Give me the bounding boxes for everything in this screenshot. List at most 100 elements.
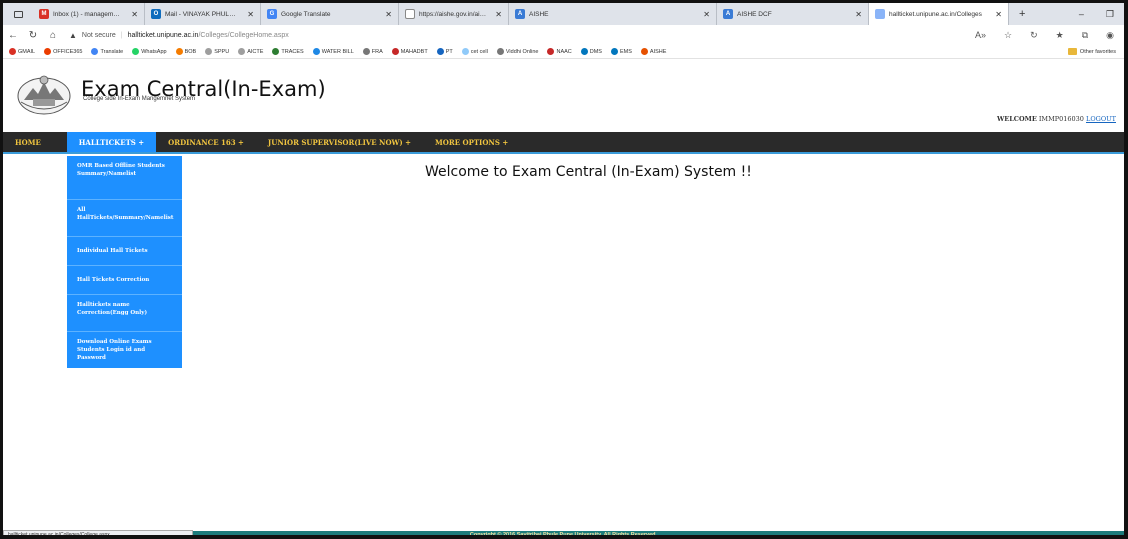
not-secure-icon: ▲ bbox=[69, 30, 77, 40]
gmail-tab-icon: M bbox=[39, 9, 49, 19]
read-aloud-icon[interactable]: A» bbox=[975, 30, 986, 41]
logout-link[interactable]: LOGOUT bbox=[1086, 115, 1116, 123]
bookmark-label: WhatsApp bbox=[141, 48, 167, 55]
security-label: Not secure bbox=[81, 31, 116, 39]
close-tab-icon[interactable]: ✕ bbox=[243, 10, 254, 19]
bookmark-label: TRACES bbox=[281, 48, 304, 55]
url-text: hallticket.unipune.ac.in/Colleges/Colleg… bbox=[128, 32, 289, 39]
tab-gmail[interactable]: M Inbox (1) - management.svims@ ✕ bbox=[33, 3, 145, 25]
close-tab-icon[interactable]: ✕ bbox=[381, 10, 392, 19]
bookmark-mahadbt[interactable]: MAHADBT bbox=[391, 48, 428, 55]
translate-tab-icon: G bbox=[267, 9, 277, 19]
bookmark-water-bill[interactable]: WATER BILL bbox=[312, 48, 354, 55]
nav-halltickets[interactable]: HALLTICKETS + bbox=[66, 132, 157, 152]
home-icon[interactable]: ⌂ bbox=[43, 30, 63, 41]
nav-ordinance-163[interactable]: ORDINANCE 163 + bbox=[156, 132, 256, 152]
new-tab-icon[interactable]: + bbox=[1009, 8, 1035, 20]
tab-outlook[interactable]: O Mail - VINAYAK PHULE - Outlook ✕ bbox=[145, 3, 261, 25]
bookmark-traces[interactable]: TRACES bbox=[272, 48, 304, 55]
bookmark-label: EMS bbox=[619, 48, 632, 55]
folder-icon bbox=[1067, 48, 1077, 55]
status-url: hallticket.unipune.ac.in/Colleges/Colleg… bbox=[3, 530, 193, 535]
url-path: /Colleges/CollegeHome.aspx bbox=[198, 31, 289, 39]
page-content: Exam Central(In-Exam) College side In-Ex… bbox=[3, 60, 1124, 535]
pt-icon bbox=[436, 48, 444, 55]
bookmark-label: GMAIL bbox=[18, 48, 36, 55]
welcome-headline: Welcome to Exam Central (In-Exam) System… bbox=[425, 164, 752, 180]
menu-name-correction[interactable]: Halltickets name Correction(Engg Only) bbox=[67, 295, 182, 332]
bookmark-viddhi[interactable]: Viddhi Online bbox=[496, 48, 538, 55]
whatsapp-icon bbox=[132, 48, 140, 55]
close-tab-icon[interactable]: ✕ bbox=[699, 10, 710, 19]
page-tab-icon bbox=[875, 9, 885, 19]
mahadbt-icon bbox=[391, 48, 399, 55]
office-icon bbox=[44, 48, 52, 55]
close-tab-icon[interactable]: ✕ bbox=[127, 10, 138, 19]
close-tab-icon[interactable]: ✕ bbox=[991, 10, 1002, 19]
bookmark-label: AICTE bbox=[247, 48, 264, 55]
refresh-icon[interactable]: ↻ bbox=[23, 30, 43, 41]
footer: Copyright © 2016 Savitribai Phule Pune U… bbox=[3, 530, 1124, 535]
bookmark-aishe[interactable]: AISHE bbox=[640, 48, 666, 55]
tab-google-translate[interactable]: G Google Translate ✕ bbox=[261, 3, 399, 25]
bookmark-label: PT bbox=[445, 48, 453, 55]
address-bar-row: ← ↻ ⌂ ▲ Not secure | hallticket.unipune.… bbox=[3, 25, 1124, 45]
tab-title: AISHE DCF bbox=[737, 10, 772, 18]
menu-all-halltickets[interactable]: All HallTickets/Summary/Namelist bbox=[67, 200, 182, 237]
tab-strip: M Inbox (1) - management.svims@ ✕ O Mail… bbox=[3, 3, 1124, 25]
user-id: IMMP016030 bbox=[1038, 115, 1084, 123]
bookmark-aicte[interactable]: AICTE bbox=[238, 48, 263, 55]
bookmark-naac[interactable]: NAAC bbox=[547, 48, 572, 55]
bookmark-sppu[interactable]: SPPU bbox=[205, 48, 229, 55]
bookmark-bob[interactable]: BOB bbox=[175, 48, 196, 55]
bookmark-cet-cell[interactable]: cet cell bbox=[461, 48, 488, 55]
favorite-star-icon[interactable]: ☆ bbox=[1004, 30, 1012, 41]
minimize-icon[interactable]: – bbox=[1079, 9, 1084, 20]
aishe-tab-icon: A bbox=[515, 9, 525, 19]
bookmarks-bar: GMAIL OFFICE365 Translate WhatsApp BOB S… bbox=[3, 45, 1124, 59]
bookmark-gmail[interactable]: GMAIL bbox=[9, 48, 35, 55]
refresh-page-icon[interactable]: ↻ bbox=[1030, 30, 1038, 41]
bookmark-ems[interactable]: EMS bbox=[610, 48, 632, 55]
favorites-icon[interactable]: ★ bbox=[1056, 30, 1064, 41]
bookmark-whatsapp[interactable]: WhatsApp bbox=[132, 48, 167, 55]
bookmark-office365[interactable]: OFFICE365 bbox=[44, 48, 82, 55]
tab-title: https://aishe.gov.in/aishe/home bbox=[419, 10, 487, 18]
bookmark-dms[interactable]: DMS bbox=[580, 48, 602, 55]
menu-individual-hall-tickets[interactable]: Individual Hall Tickets bbox=[67, 237, 182, 266]
tab-aishe-dcf[interactable]: A AISHE DCF ✕ bbox=[717, 3, 869, 25]
workspaces-icon[interactable] bbox=[13, 10, 23, 18]
back-icon[interactable]: ← bbox=[3, 30, 23, 41]
bookmark-label: SPPU bbox=[214, 48, 230, 55]
translate-icon bbox=[91, 48, 99, 55]
menu-omr-offline-summary[interactable]: OMR Based Offline Students Summary/Namel… bbox=[67, 156, 182, 200]
close-tab-icon[interactable]: ✕ bbox=[491, 10, 502, 19]
restore-icon[interactable]: ❐ bbox=[1106, 9, 1114, 20]
outlook-tab-icon: O bbox=[151, 9, 161, 19]
nav-more-options[interactable]: MORE OPTIONS + bbox=[423, 132, 520, 152]
bookmark-translate[interactable]: Translate bbox=[91, 48, 123, 55]
bookmark-fra[interactable]: FRA bbox=[362, 48, 383, 55]
halltickets-dropdown: OMR Based Offline Students Summary/Namel… bbox=[67, 156, 182, 368]
bookmark-pt[interactable]: PT bbox=[436, 48, 453, 55]
collections-icon[interactable]: ⧉ bbox=[1082, 30, 1088, 41]
tab-aishe-home[interactable]: https://aishe.gov.in/aishe/home ✕ bbox=[399, 3, 509, 25]
bookmark-label: NAAC bbox=[556, 48, 572, 55]
menu-hall-tickets-correction[interactable]: Hall Tickets Correction bbox=[67, 266, 182, 295]
address-field[interactable]: ▲ Not secure | hallticket.unipune.ac.in/… bbox=[63, 31, 975, 40]
browser-window: M Inbox (1) - management.svims@ ✕ O Mail… bbox=[0, 0, 1128, 539]
nav-home[interactable]: HOME bbox=[3, 132, 53, 152]
tab-aishe[interactable]: A AISHE ✕ bbox=[509, 3, 717, 25]
url-host: hallticket.unipune.ac.in bbox=[127, 31, 199, 39]
tab-hallticket[interactable]: hallticket.unipune.ac.in/Colleges ✕ bbox=[869, 3, 1009, 25]
bookmark-label: OFFICE365 bbox=[53, 48, 83, 55]
cet-cell-icon bbox=[461, 48, 469, 55]
close-tab-icon[interactable]: ✕ bbox=[851, 10, 862, 19]
tab-actions[interactable] bbox=[3, 3, 33, 25]
aicte-icon bbox=[238, 48, 246, 55]
bookmark-label: Translate bbox=[100, 48, 124, 55]
profile-icon[interactable]: ◉ bbox=[1106, 30, 1114, 41]
menu-download-login-ids[interactable]: Download Online Exams Students Login id … bbox=[67, 332, 182, 376]
nav-junior-supervisor[interactable]: JUNIOR SUPERVISOR(LIVE NOW) + bbox=[256, 132, 423, 152]
other-favorites[interactable]: Other favorites bbox=[1067, 48, 1124, 55]
